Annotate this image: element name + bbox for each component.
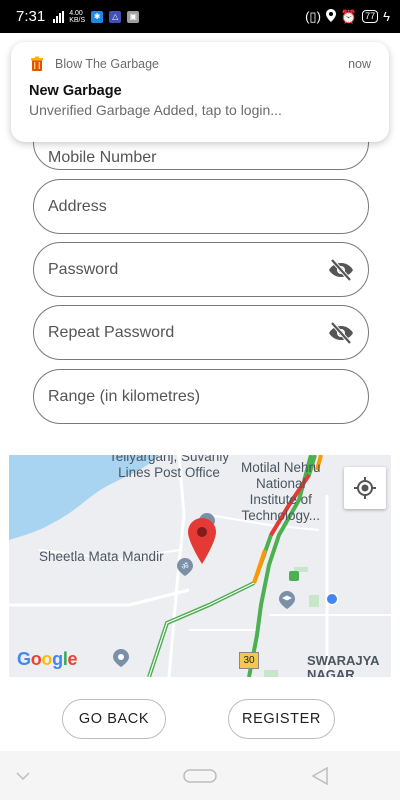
address-input[interactable]: Address bbox=[33, 179, 369, 234]
home-pill-icon[interactable] bbox=[183, 769, 217, 783]
map-background bbox=[9, 455, 391, 677]
vibrate-icon: (▯) bbox=[305, 8, 321, 24]
notification-title: New Garbage bbox=[29, 83, 122, 99]
signal-icon bbox=[53, 10, 65, 23]
location-icon bbox=[325, 8, 336, 25]
alarm-icon: ⏰ bbox=[340, 8, 358, 24]
google-logo: Google bbox=[17, 649, 78, 669]
repeat-password-input[interactable]: Repeat Password bbox=[33, 305, 369, 360]
mobile-number-placeholder: Mobile Number bbox=[48, 148, 157, 166]
map-label-institute-line1: Motilal Nehru bbox=[241, 460, 321, 475]
notification-app-name: Blow The Garbage bbox=[55, 57, 159, 71]
notification-card[interactable]: Blow The Garbage now New Garbage Unverif… bbox=[11, 42, 389, 142]
map-label-post-office: Teliyarganj, Suvaniy Lines Post Office bbox=[109, 455, 229, 481]
navigation-bar bbox=[0, 751, 400, 800]
visibility-off-icon[interactable] bbox=[328, 258, 354, 282]
net-speed-value: 4.00 bbox=[69, 9, 83, 17]
register-button[interactable]: REGISTER bbox=[228, 699, 335, 739]
map-label-institute-line3: Institute of bbox=[249, 492, 312, 507]
map-label-swarajya: SWARAJYA NAGAR bbox=[307, 653, 380, 678]
map-label-mandir: Sheetla Mata Mandir bbox=[39, 549, 164, 564]
app-notif-icon-3: ▣ bbox=[127, 10, 140, 23]
password-placeholder: Password bbox=[48, 260, 119, 278]
range-input[interactable]: Range (in kilometres) bbox=[33, 369, 369, 424]
crosshair-icon bbox=[354, 477, 376, 499]
range-placeholder: Range (in kilometres) bbox=[48, 387, 201, 405]
address-placeholder: Address bbox=[48, 197, 107, 215]
status-time: 7:31 bbox=[16, 8, 46, 25]
status-bar: 7:31 4.00 KB/S ✱ △ ▣ (▯) ⏰ 77 ϟ bbox=[0, 0, 400, 33]
map-marker-icon[interactable] bbox=[188, 518, 216, 564]
battery-icon: 77 bbox=[362, 10, 379, 23]
map-label-post-office-line1: Teliyarganj, Suvaniy bbox=[109, 455, 230, 464]
my-location-dot-icon bbox=[325, 592, 339, 606]
map-label-swarajya-line2: NAGAR bbox=[307, 667, 355, 678]
map-label-post-office-line2: Lines Post Office bbox=[118, 465, 220, 480]
map-label-institute-line4: Technology... bbox=[241, 508, 321, 523]
password-input[interactable]: Password bbox=[33, 242, 369, 297]
map-label-swarajya-line1: SWARAJYA bbox=[307, 653, 380, 668]
app-notif-icon: ✱ bbox=[91, 10, 104, 23]
repeat-password-placeholder: Repeat Password bbox=[48, 323, 175, 341]
back-triangle-icon[interactable] bbox=[311, 767, 329, 785]
my-location-button[interactable] bbox=[344, 467, 386, 509]
app-notif-icon-2: △ bbox=[109, 10, 122, 23]
visibility-off-icon[interactable] bbox=[328, 321, 354, 345]
net-speed: 4.00 KB/S bbox=[69, 10, 85, 24]
notification-text: Unverified Garbage Added, tap to login..… bbox=[29, 102, 282, 118]
trash-can-icon bbox=[31, 56, 43, 71]
school-poi-icon bbox=[279, 591, 295, 609]
go-back-button[interactable]: GO BACK bbox=[62, 699, 166, 739]
map-label-institute: Motilal Nehru National Institute of Tech… bbox=[241, 460, 321, 524]
status-right-icons: (▯) ⏰ 77 ϟ bbox=[305, 8, 390, 25]
charging-icon: ϟ bbox=[383, 9, 390, 24]
road-shield: 30 bbox=[239, 652, 259, 669]
map-label-institute-line2: National bbox=[256, 476, 306, 491]
map-view[interactable]: Teliyarganj, Suvaniy Lines Post Office M… bbox=[9, 455, 391, 677]
status-left-icons: 4.00 KB/S ✱ △ ▣ bbox=[53, 10, 140, 24]
notification-time: now bbox=[348, 57, 371, 71]
chevron-down-icon[interactable] bbox=[16, 771, 30, 781]
poi-icon bbox=[289, 571, 299, 581]
net-speed-unit: KB/S bbox=[69, 16, 86, 24]
poi-icon bbox=[113, 649, 129, 667]
